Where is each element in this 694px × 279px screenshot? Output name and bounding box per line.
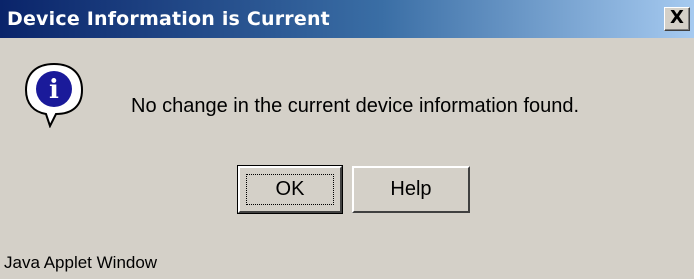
window-title: Device Information is Current (7, 8, 330, 30)
close-button[interactable]: X (664, 7, 690, 31)
dialog-window: Device Information is Current X i No cha… (0, 0, 694, 279)
title-bar[interactable]: Device Information is Current X (0, 0, 694, 38)
info-icon: i (24, 62, 84, 128)
close-icon: X (670, 7, 684, 28)
status-bar-text: Java Applet Window (4, 253, 158, 272)
ok-button[interactable]: OK (237, 165, 343, 214)
ok-button-label: OK (275, 178, 305, 200)
help-button[interactable]: Help (352, 166, 470, 213)
help-button-label: Help (390, 178, 432, 200)
info-icon-glyph: i (49, 75, 59, 105)
dialog-message: No change in the current device informat… (131, 95, 580, 117)
